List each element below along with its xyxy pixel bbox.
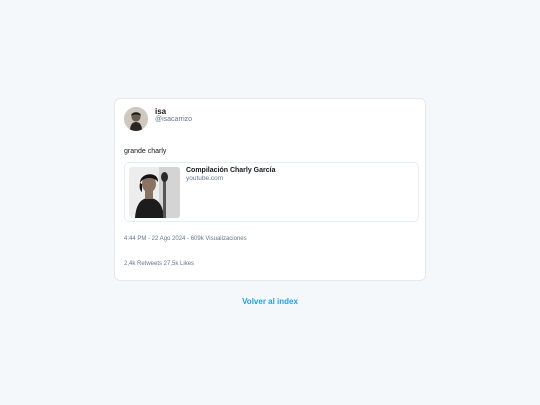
- tweet-card: isa @isacarrizo grande charly Compilació…: [114, 98, 426, 281]
- video-thumbnail: [129, 167, 180, 218]
- avatar[interactable]: [124, 107, 148, 131]
- link-domain: youtube.com: [186, 175, 224, 182]
- tweet-text: grande charly: [124, 148, 167, 155]
- link-preview-card[interactable]: Compilación Charly García youtube.com: [124, 162, 419, 222]
- author-handle[interactable]: @isacarrizo: [155, 116, 192, 123]
- back-to-index-link[interactable]: Volver al index: [0, 297, 540, 306]
- tweet-stats: 2,4k Retweets 27,5k Likes: [124, 261, 195, 267]
- author-name[interactable]: isa: [155, 107, 166, 116]
- link-title: Compilación Charly García: [186, 167, 276, 174]
- tweet-meta: 4:44 PM - 22 Ago 2024 - 609k Visualizaci…: [124, 236, 247, 242]
